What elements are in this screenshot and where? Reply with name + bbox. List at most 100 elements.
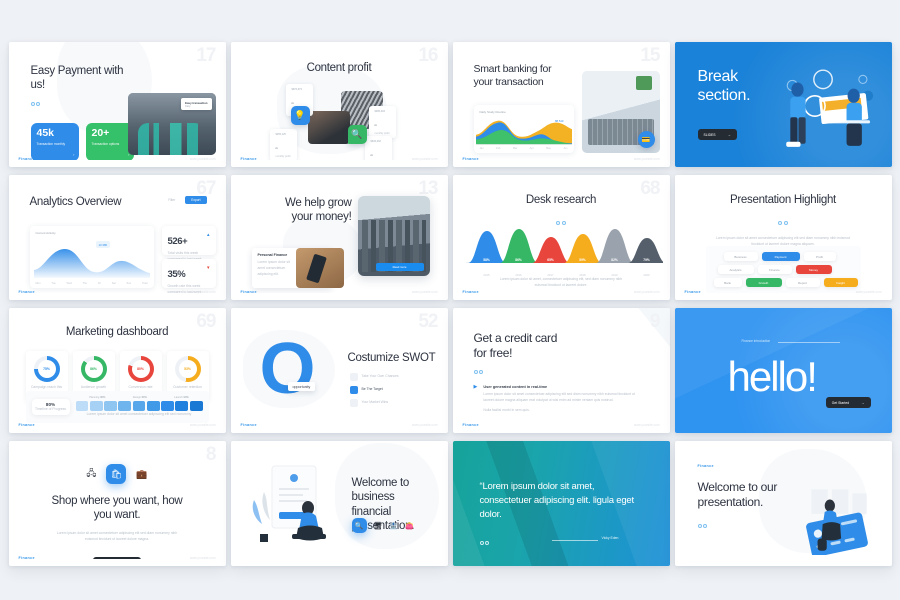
city-photo: Easy transaction Daily: [127, 93, 216, 155]
arrow-right-icon: ›: [73, 152, 75, 157]
tag-chip[interactable]: Money: [795, 265, 832, 274]
tag-chip[interactable]: Profit: [803, 252, 836, 261]
checkbox-checked-icon[interactable]: [349, 386, 358, 394]
slide-footnote: www.yoursite.com: [411, 290, 438, 294]
slide-title: We help grow your money!: [284, 197, 352, 224]
network-icon: 🖧: [86, 468, 97, 478]
photo-button[interactable]: Read more: [375, 263, 424, 271]
slide-thumbnail-presentation-highlight[interactable]: Presentation Highlight Lorem ipsum dolor…: [674, 175, 892, 300]
slide-thumbnail-welcome-our-presentation[interactable]: Finance Welcome to our presentation.: [674, 441, 892, 566]
slide-thumbnail-break-section[interactable]: Break section. SLIDES →: [674, 42, 892, 167]
progress-caption: Lorem ipsum dolor sit amet consectetuer …: [86, 412, 192, 417]
lets-go-button[interactable]: Let's go →: [93, 556, 141, 559]
checkbox-icon[interactable]: [349, 399, 358, 407]
search-icon[interactable]: 🔍: [351, 518, 367, 533]
brand-logo: Finance: [697, 464, 714, 468]
slide-title: Marketing dashboard: [65, 326, 169, 338]
area-chart: [475, 120, 572, 145]
divider-dots-icon: [778, 221, 788, 226]
area-chart-card: Daily Study Routine 88,510 Jan Feb Mar Apr M…: [473, 105, 574, 153]
bell-value: 79%: [643, 258, 650, 262]
monitor-icon: 🖥: [373, 522, 383, 530]
slide-title: hello!: [727, 353, 818, 400]
slide-title: Content profit: [306, 62, 372, 74]
arrow-right-icon: →: [861, 400, 865, 405]
slide-thumbnail-easy-payment[interactable]: 17 Easy Payment with us! 45k Transaction…: [8, 42, 226, 167]
slides-button-label: SLIDES: [703, 132, 716, 137]
divider-dots-icon: [30, 101, 40, 106]
person-illustration: [252, 465, 326, 542]
tag-chip[interactable]: Report: [785, 278, 820, 287]
area-chart: [33, 248, 150, 278]
card-body: Lorem ipsum dolor sit amet consectetuer …: [257, 260, 290, 276]
slide-thumbnail-customize-swot[interactable]: 52 O opportunity Costumize SWOT Take You…: [230, 308, 448, 433]
price-card: $255,125 m monthly profit: [269, 129, 297, 160]
slide-thumbnail-help-grow-money[interactable]: 13 We help grow your money! Read more Pe…: [230, 175, 448, 300]
phone-photo: [295, 248, 344, 288]
tag-chip[interactable]: Bank: [713, 278, 742, 287]
slide-footnote: www.yoursite.com: [189, 423, 216, 427]
slide-footnote: www.yoursite.com: [633, 423, 660, 427]
briefcase-icon: 💼: [136, 468, 148, 479]
slide-footnote: www.yoursite.com: [633, 157, 660, 161]
bullet-footer: Nulla facilisi morbi in sem quis.: [483, 407, 530, 412]
price-card: $285,294 m monthly profit: [368, 106, 396, 138]
brand-logo: Finance: [18, 290, 35, 294]
price-caption: monthly profit: [374, 132, 390, 135]
lightbulb-icon: 💡: [290, 106, 310, 125]
tag-chip[interactable]: Analytics: [717, 265, 754, 274]
trend-down-icon: ▾: [206, 265, 210, 271]
slide-thumbnail-welcome-business-financial[interactable]: Welcome to business financial presentati…: [230, 441, 448, 566]
tag-chip[interactable]: Finance: [757, 265, 792, 274]
trend-up-icon: ▴: [206, 232, 210, 238]
slide-thumbnail-marketing-dashboard[interactable]: 69 Marketing dashboard 75% Campaign reac…: [8, 308, 226, 433]
chart-label: Daily Study Routine: [479, 110, 506, 114]
price-value: $672,374 m: [291, 88, 302, 105]
slide-title: Desk research: [525, 194, 597, 206]
swot-item[interactable]: Your Market Wins: [349, 399, 440, 407]
eyebrow-text: Finance introduction: [741, 339, 771, 343]
donut-value: 80%: [137, 367, 144, 371]
price-card: $632,262m monthly profit: [364, 136, 392, 160]
slide-thumbnail-analytics-overview[interactable]: 67 Analytics Overview Filter Export Curr…: [8, 175, 226, 300]
activity-chart-card: Current Activity 13.380 Mon Tue Wed Thu Fri S…: [29, 226, 154, 288]
slide-thumbnail-smart-banking[interactable]: 15 Smart banking for your transaction Da…: [452, 42, 670, 167]
tag-chip[interactable]: Insight: [823, 278, 858, 287]
checkbox-icon[interactable]: [349, 373, 358, 381]
progress-panel: 80% Timeline of Progress Planning 30% De…: [25, 391, 209, 423]
brand-logo: Finance: [18, 556, 35, 560]
photo-thumbnail: [307, 111, 350, 144]
tag-chip[interactable]: Business: [723, 252, 758, 261]
slide-grid: 17 Easy Payment with us! 45k Transaction…: [0, 0, 900, 600]
slide-thumbnail-credit-card-free[interactable]: 9 Get a credit card for free! ▶ User gen…: [452, 308, 670, 433]
slide-title: Shop where you want, how you want.: [51, 495, 183, 522]
swot-item[interactable]: Be The Target: [349, 386, 440, 394]
export-button[interactable]: Export: [185, 196, 207, 204]
card-icon: 💳: [637, 131, 655, 148]
tag-chip[interactable]: Payment: [761, 252, 800, 261]
divider-dots-icon: [697, 524, 707, 528]
attribution-rule: [551, 540, 598, 541]
brand-logo: Finance: [684, 290, 701, 294]
slide-thumbnail-content-profit[interactable]: 16 Content profit $672,374m monthly prof…: [230, 42, 448, 167]
bullet-body: Lorem ipsum dolor sit amet consectetuer …: [483, 392, 635, 402]
slide-title: Easy Payment with us!: [30, 65, 124, 92]
slide-title: Costumize SWOT: [347, 352, 436, 364]
swot-item-label: Your Market Wins: [361, 400, 389, 405]
stat-card: 20+ Transaction options ›: [85, 123, 134, 160]
slide-thumbnail-shop-where-you-want[interactable]: 8 🖧 🛍 💼 Shop where you want, how you wan…: [8, 441, 226, 566]
filter-button[interactable]: Filter: [162, 196, 181, 204]
photo-tag-title: Easy transaction: [185, 100, 208, 105]
donut-chart: 86%: [80, 356, 107, 382]
laptop-photo: 💳: [581, 71, 660, 153]
slides-button[interactable]: SLIDES →: [697, 129, 737, 140]
slide-thumbnail-desk-research[interactable]: 68 Desk research 58% 2015 86% 2016 65% 2…: [452, 175, 670, 300]
slide-thumbnail-quote[interactable]: “Lorem ipsum dolor sit amet, consectetue…: [452, 441, 670, 566]
donut-chart: 75%: [33, 356, 60, 382]
progress-mark: Launch 90%: [174, 396, 189, 400]
chart-axis-labels: Mon Tue Wed Thu Fri Sat Sun Total: [35, 282, 148, 285]
slide-thumbnail-hello[interactable]: Finance introduction hello! Get Started …: [674, 308, 892, 433]
swot-item[interactable]: Take Your Own Chances: [349, 373, 440, 381]
get-started-button[interactable]: Get Started →: [825, 397, 871, 408]
tag-chip[interactable]: Growth: [745, 278, 782, 287]
